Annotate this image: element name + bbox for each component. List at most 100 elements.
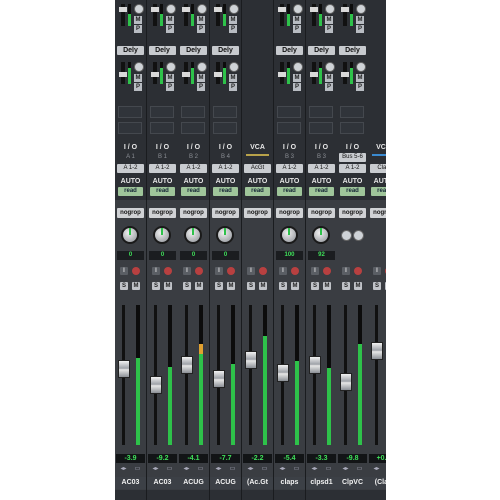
insert-slot[interactable] [118, 106, 142, 118]
insert-slot[interactable] [213, 122, 237, 134]
track-name[interactable]: ACUG [210, 477, 241, 489]
automation-mode-button[interactable]: read [277, 187, 302, 196]
io-output-selector[interactable]: A 1-2 [308, 164, 335, 173]
send-mute-button[interactable]: M [134, 16, 142, 24]
record-enable-button[interactable] [291, 267, 299, 275]
solo-button[interactable]: S [279, 282, 287, 290]
track-name[interactable]: ClpVC [337, 477, 368, 489]
send-prepost-button[interactable]: P [229, 25, 237, 33]
send-mute-button[interactable]: M [166, 16, 174, 24]
send-name-button[interactable]: Dely [308, 46, 335, 55]
send-prepost-button[interactable]: P [325, 25, 333, 33]
input-monitor-button[interactable]: I [183, 267, 191, 275]
send-fader[interactable] [278, 4, 286, 26]
send-name-button[interactable]: Dely [180, 46, 207, 55]
track-options-icon[interactable]: ▭ [260, 466, 269, 473]
track-options-icon[interactable]: ▭ [324, 466, 333, 473]
pan-value[interactable]: 0 [117, 251, 144, 260]
send-pan-knob[interactable] [229, 62, 239, 72]
insert-slot[interactable] [213, 106, 237, 118]
send-prepost-button[interactable]: P [293, 25, 301, 33]
automation-mode-button[interactable]: read [213, 187, 238, 196]
io-output-selector[interactable]: A 1-2 [276, 164, 303, 173]
automation-mode-button[interactable]: read [181, 187, 206, 196]
group-selector[interactable]: nogrop [308, 208, 335, 218]
track-name[interactable]: clpsd1 [306, 477, 337, 489]
insert-slot[interactable] [277, 106, 301, 118]
pan-value[interactable]: 100 [276, 251, 303, 260]
vca-assign-selector[interactable]: AcGt [244, 164, 271, 173]
send-name-button[interactable]: Dely [117, 46, 144, 55]
automation-mode-button[interactable]: read [245, 187, 270, 196]
insert-slot[interactable] [340, 122, 364, 134]
insert-slot[interactable] [340, 106, 364, 118]
insert-slot[interactable] [181, 106, 205, 118]
send-prepost-button[interactable]: P [134, 25, 142, 33]
volume-fader-handle[interactable] [277, 364, 289, 382]
mute-button[interactable]: M [259, 282, 267, 290]
send-fader[interactable] [182, 62, 190, 84]
send-prepost-button[interactable]: P [356, 25, 364, 33]
solo-button[interactable]: S [311, 282, 319, 290]
pan-knob[interactable] [312, 226, 330, 244]
group-selector[interactable]: nogrop [212, 208, 239, 218]
send-mute-button[interactable]: M [197, 16, 205, 24]
send-mute-button[interactable]: M [229, 74, 237, 82]
track-options-icon[interactable]: ▭ [292, 466, 301, 473]
track-options-icon[interactable]: ▭ [228, 466, 237, 473]
insert-slot[interactable] [150, 106, 174, 118]
send-pan-knob[interactable] [356, 62, 366, 72]
pan-value[interactable]: 0 [180, 251, 207, 260]
automation-mode-button[interactable]: read [309, 187, 334, 196]
solo-button[interactable]: S [215, 282, 223, 290]
volume-readout[interactable]: -2.2 [243, 454, 272, 463]
insert-slot[interactable] [277, 122, 301, 134]
automation-mode-button[interactable]: read [150, 187, 175, 196]
record-enable-button[interactable] [323, 267, 331, 275]
send-fader[interactable] [310, 4, 318, 26]
send-pan-knob[interactable] [134, 62, 144, 72]
volume-fader-handle[interactable] [213, 370, 225, 388]
send-mute-button[interactable]: M [166, 74, 174, 82]
group-selector[interactable]: nogrop [276, 208, 303, 218]
send-mute-button[interactable]: M [293, 74, 301, 82]
volume-readout[interactable]: -4.1 [179, 454, 208, 463]
insert-slot[interactable] [150, 122, 174, 134]
track-name[interactable]: ACUG [178, 477, 209, 489]
pan-knob[interactable] [153, 226, 171, 244]
volume-fader-handle[interactable] [371, 342, 383, 360]
input-monitor-button[interactable]: I [152, 267, 160, 275]
track-name[interactable]: AC03 [115, 477, 146, 489]
pan-value[interactable]: 0 [149, 251, 176, 260]
io-output-selector[interactable]: Bus 5-6 [339, 153, 366, 162]
track-options-icon[interactable]: ▭ [196, 466, 205, 473]
send-mute-button[interactable]: M [293, 16, 301, 24]
solo-button[interactable]: S [247, 282, 255, 290]
record-enable-button[interactable] [195, 267, 203, 275]
insert-slot[interactable] [309, 122, 333, 134]
insert-slot[interactable] [118, 122, 142, 134]
send-pan-knob[interactable] [325, 4, 335, 14]
volume-readout[interactable]: -9.8 [338, 454, 367, 463]
send-fader[interactable] [151, 4, 159, 26]
track-name[interactable]: AC03 [147, 477, 178, 489]
send-prepost-button[interactable]: P [166, 25, 174, 33]
send-pan-knob[interactable] [134, 4, 144, 14]
insert-slot[interactable] [181, 122, 205, 134]
record-enable-button[interactable] [227, 267, 235, 275]
send-pan-knob[interactable] [166, 62, 176, 72]
send-fader[interactable] [341, 62, 349, 84]
pan-knob[interactable] [121, 226, 139, 244]
send-prepost-button[interactable]: P [229, 83, 237, 91]
pan-knob[interactable] [280, 226, 298, 244]
send-pan-knob[interactable] [356, 4, 366, 14]
mute-button[interactable]: M [132, 282, 140, 290]
volume-readout[interactable]: -5.4 [275, 454, 304, 463]
input-monitor-button[interactable]: I [311, 267, 319, 275]
volume-fader-handle[interactable] [309, 356, 321, 374]
send-prepost-button[interactable]: P [325, 83, 333, 91]
mute-button[interactable]: M [227, 282, 235, 290]
track-options-icon[interactable]: ▭ [165, 466, 174, 473]
solo-button[interactable]: S [183, 282, 191, 290]
solo-button[interactable]: S [120, 282, 128, 290]
